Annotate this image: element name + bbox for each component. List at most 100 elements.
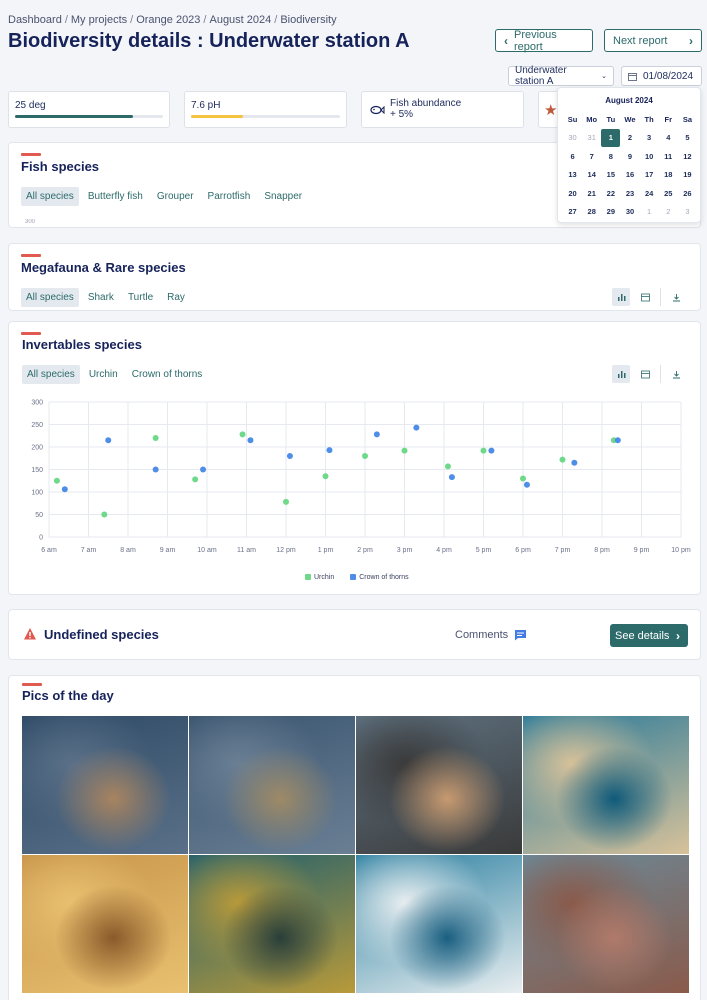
breadcrumb: Dashboard / My projects / Orange 2023/August… bbox=[8, 14, 337, 26]
megafauna-tab[interactable]: Shark bbox=[83, 288, 119, 307]
calendar-day[interactable]: 22 bbox=[601, 184, 620, 203]
fish-species-tab[interactable]: Grouper bbox=[152, 187, 199, 206]
table-view-icon[interactable] bbox=[636, 288, 654, 306]
crown-of-thorns-point bbox=[247, 437, 254, 444]
calendar-day[interactable]: 24 bbox=[640, 184, 659, 203]
calendar-weekday: Su bbox=[567, 114, 578, 124]
calendar-day[interactable]: 18 bbox=[659, 166, 678, 185]
calendar-day[interactable]: 6 bbox=[563, 147, 582, 166]
kpi-temperature-value: 25 deg bbox=[15, 100, 46, 111]
x-tick-label: 12 pm bbox=[276, 547, 296, 554]
chart-view-icon[interactable] bbox=[612, 365, 630, 383]
legend-item[interactable]: Crown of thorns bbox=[350, 574, 409, 581]
crown-of-thorns-point bbox=[286, 453, 293, 459]
urchin-point bbox=[480, 447, 487, 454]
calendar-day[interactable]: 11 bbox=[659, 147, 678, 166]
previous-report-button[interactable]: ‹ Previous report bbox=[495, 29, 593, 53]
calendar-day[interactable]: 15 bbox=[601, 166, 620, 185]
megafauna-tab[interactable]: Ray bbox=[162, 288, 190, 307]
download-icon[interactable] bbox=[667, 365, 685, 383]
calendar-day[interactable]: 26 bbox=[678, 184, 697, 203]
calendar-day[interactable]: 8 bbox=[601, 147, 620, 166]
megafauna-tab[interactable]: Turtle bbox=[123, 288, 158, 307]
calendar-day[interactable]: 14 bbox=[582, 166, 601, 185]
legend-swatch bbox=[350, 574, 357, 581]
invertebrates-card: Invertables species All species Urchin Cro… bbox=[8, 321, 701, 595]
pic-table-coral[interactable] bbox=[523, 716, 689, 854]
calendar-day[interactable]: 3 bbox=[640, 129, 659, 148]
station-select[interactable]: Underwater station A ⌄ bbox=[508, 65, 614, 87]
date-picker[interactable]: 01/08/2024 bbox=[621, 66, 702, 86]
chart-view-icon[interactable] bbox=[612, 288, 630, 306]
pic-finger-coral-closeup[interactable] bbox=[22, 855, 188, 993]
next-report-label: Next report bbox=[613, 34, 668, 47]
urchin-point bbox=[239, 431, 246, 438]
calendar-day[interactable]: 20 bbox=[563, 184, 582, 203]
calendar-day[interactable]: 30 bbox=[620, 203, 639, 222]
x-tick-label: 7 pm bbox=[555, 547, 571, 554]
x-tick-label: 1 pm bbox=[318, 547, 334, 554]
calendar-day[interactable]: 4 bbox=[659, 129, 678, 148]
calendar-day[interactable]: 27 bbox=[563, 203, 582, 222]
calendar-day[interactable]: 30 bbox=[563, 129, 582, 148]
fish-species-tab[interactable]: All species bbox=[21, 187, 79, 206]
calendar-day[interactable]: 25 bbox=[659, 184, 678, 203]
megafauna-tab[interactable]: All species bbox=[21, 288, 79, 307]
y-tick-label: 0 bbox=[39, 535, 43, 542]
calendar-day[interactable]: 9 bbox=[620, 147, 639, 166]
calendar-day[interactable]: 13 bbox=[563, 166, 582, 185]
crown-of-thorns-point bbox=[571, 459, 578, 466]
calendar-day[interactable]: 21 bbox=[582, 184, 601, 203]
calendar-day[interactable]: 23 bbox=[620, 184, 639, 203]
pic-staghorn-coral[interactable] bbox=[523, 855, 689, 993]
calendar-day[interactable]: 3 bbox=[678, 203, 697, 222]
next-report-button[interactable]: Next report › bbox=[604, 29, 702, 52]
calendar-day[interactable]: 1 bbox=[640, 203, 659, 222]
calendar-day[interactable]: 2 bbox=[659, 203, 678, 222]
see-details-button[interactable]: See details › bbox=[610, 624, 688, 647]
fish-species-tab[interactable]: Butterfly fish bbox=[83, 187, 148, 206]
calendar-day-selected[interactable]: 1 bbox=[601, 128, 621, 147]
calendar-day[interactable]: 12 bbox=[678, 147, 697, 166]
pic-tagged-coral-branch[interactable] bbox=[356, 716, 522, 854]
legend-item[interactable]: Urchin bbox=[305, 574, 334, 581]
fish-species-tab[interactable]: Snapper bbox=[259, 187, 307, 206]
fish-species-title: Fish species bbox=[21, 159, 100, 174]
calendar-day[interactable]: 7 bbox=[582, 147, 601, 166]
calendar-day[interactable]: 29 bbox=[601, 203, 620, 222]
calendar-day[interactable]: 5 bbox=[678, 129, 697, 148]
invertebrates-tab[interactable]: All species bbox=[22, 365, 80, 384]
pic-branching-coral[interactable] bbox=[189, 855, 355, 993]
table-view-icon[interactable] bbox=[636, 365, 654, 383]
pic-coral-nursery-grid[interactable] bbox=[189, 716, 355, 854]
x-tick-label: 9 pm bbox=[634, 547, 650, 554]
crown-of-thorns-point bbox=[373, 431, 380, 438]
calendar-day[interactable]: 28 bbox=[582, 203, 601, 222]
breadcrumb-item[interactable]: My projects bbox=[71, 14, 127, 26]
breadcrumb-item[interactable]: Dashboard bbox=[8, 14, 62, 26]
calendar-weekday: Tu bbox=[606, 114, 616, 124]
calendar-day[interactable]: 16 bbox=[620, 166, 639, 185]
x-tick-label: 8 am bbox=[120, 547, 136, 554]
megafauna-tabs: All species Shark Turtle Ray bbox=[21, 288, 190, 307]
pic-coral-nursery-frame[interactable] bbox=[22, 716, 188, 854]
download-icon[interactable] bbox=[667, 288, 685, 306]
fish-species-tab[interactable]: Parrotfish bbox=[203, 187, 256, 206]
calendar-day[interactable]: 17 bbox=[640, 166, 659, 185]
x-tick-label: 2 pm bbox=[357, 547, 373, 554]
breadcrumb-item[interactable]: Biodiversity bbox=[280, 14, 336, 26]
urchin-point bbox=[322, 473, 329, 480]
fish-species-tabs: All species Butterfly fish Grouper Parrotfi… bbox=[21, 187, 307, 206]
calendar-day[interactable]: 19 bbox=[678, 166, 697, 185]
invertebrates-tab[interactable]: Crown of thorns bbox=[127, 365, 208, 384]
crown-of-thorns-point bbox=[326, 447, 333, 454]
urchin-point bbox=[401, 447, 408, 454]
invertebrates-tab[interactable]: Urchin bbox=[84, 365, 123, 384]
comments-link[interactable]: Comments bbox=[455, 629, 527, 641]
calendar-day[interactable]: 2 bbox=[620, 129, 639, 148]
calendar-day[interactable]: 31 bbox=[582, 129, 601, 148]
pic-bleached-coral[interactable] bbox=[356, 855, 522, 993]
calendar-day[interactable]: 10 bbox=[640, 147, 659, 166]
breadcrumb-item[interactable]: August 2024 bbox=[209, 14, 271, 26]
breadcrumb-item[interactable]: Orange 2023 bbox=[136, 14, 200, 26]
